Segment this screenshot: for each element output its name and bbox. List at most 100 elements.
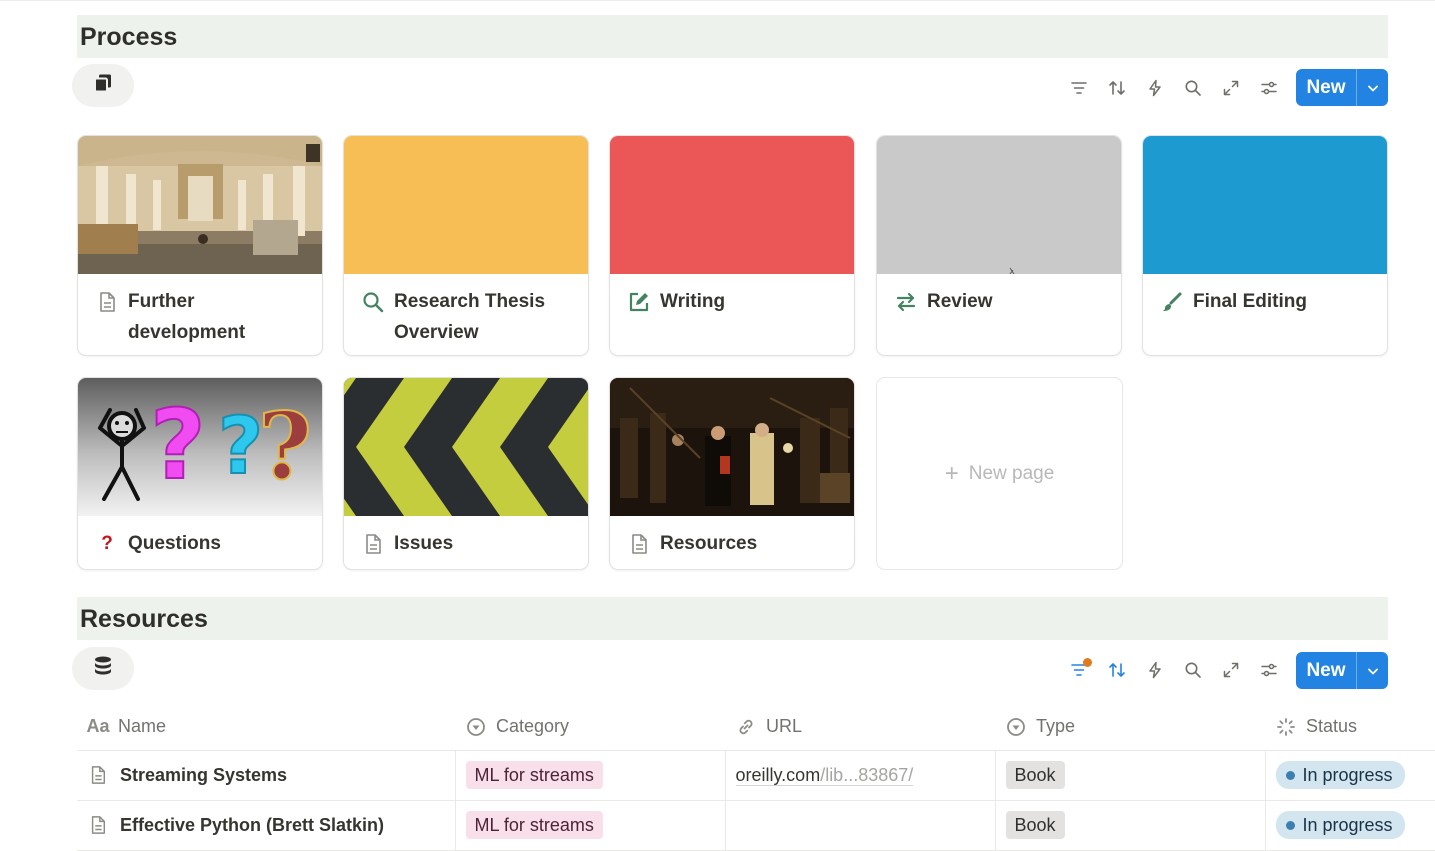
gallery-card[interactable]: Writing	[609, 135, 855, 356]
table-row[interactable]: Streaming Systems ML for streams oreilly…	[77, 750, 1435, 801]
chevron-down-icon	[1367, 668, 1378, 674]
table-view-switch[interactable]	[72, 647, 134, 690]
gallery-card[interactable]: ? ? ? ? Questions	[77, 377, 323, 570]
card-title: Issues	[361, 528, 576, 559]
gallery-card[interactable]: Research Thesis Overview	[343, 135, 589, 356]
filter-button-active[interactable]	[1064, 655, 1094, 685]
view-settings-button[interactable]	[1254, 655, 1284, 685]
filter-active-dot	[1083, 658, 1092, 667]
table-row[interactable]: Effective Python (Brett Slatkin) ML for …	[77, 800, 1435, 851]
gallery-card[interactable]: Final Editing	[1142, 135, 1388, 356]
column-header-name[interactable]: Aa Name	[77, 704, 455, 751]
sort-icon	[1109, 663, 1125, 677]
new-dropdown-button[interactable]	[1356, 652, 1388, 689]
status-dot	[1285, 770, 1295, 780]
gallery-card[interactable]: Review	[876, 135, 1122, 356]
card-title-text: Further development	[128, 291, 246, 343]
search-button[interactable]	[1178, 655, 1208, 685]
link-icon	[735, 716, 757, 738]
automation-button[interactable]	[1140, 73, 1170, 103]
card-title: ? Questions	[95, 528, 310, 559]
name-cell[interactable]: Streaming Systems	[77, 750, 456, 801]
automation-bolt-icon	[1149, 79, 1161, 97]
process-toolbar	[1064, 70, 1292, 106]
edit-icon	[627, 286, 651, 317]
gallery-card[interactable]: Issues	[343, 377, 589, 570]
automation-button[interactable]	[1140, 655, 1170, 685]
url-cell[interactable]: oreilly.com/lib...83867/	[725, 750, 996, 801]
new-page-card[interactable]: + New page	[876, 377, 1123, 570]
text-aa-icon: Aa	[86, 716, 110, 737]
search-icon	[1185, 662, 1201, 678]
resources-section-title: Resources	[80, 605, 208, 633]
table-header-row: Aa Name Category URL Type Status	[77, 704, 1435, 751]
new-button[interactable]: New	[1296, 69, 1388, 106]
card-title: Final Editing	[1160, 286, 1375, 317]
resources-table: Aa Name Category URL Type Status Streamin…	[77, 704, 1435, 851]
status-badge: In progress	[1275, 811, 1405, 839]
column-header-category[interactable]: Category	[455, 704, 725, 751]
column-header-type[interactable]: Type	[995, 704, 1265, 751]
page-icon	[627, 528, 651, 559]
new-dropdown-button[interactable]	[1356, 69, 1388, 106]
page-icon	[87, 815, 109, 835]
plus-icon: +	[944, 460, 959, 487]
column-header-status[interactable]: Status	[1265, 704, 1435, 751]
card-cover-image	[78, 136, 322, 274]
url-domain: oreilly.com	[735, 764, 821, 785]
filter-button[interactable]	[1064, 73, 1094, 103]
category-tag: ML for streams	[465, 811, 603, 839]
status-cell[interactable]: In progress	[1265, 750, 1435, 801]
gallery-view-switch[interactable]	[72, 64, 134, 107]
resources-section-header: Resources	[77, 597, 1388, 640]
name-cell[interactable]: Effective Python (Brett Slatkin)	[77, 800, 456, 851]
card-cover-color	[1143, 136, 1387, 274]
type-cell[interactable]: Book	[995, 800, 1266, 851]
expand-button[interactable]	[1216, 73, 1246, 103]
card-cover-image: ? ? ?	[78, 378, 322, 516]
column-label: Type	[1036, 716, 1076, 737]
gallery-view-icon	[93, 73, 113, 98]
arrows-exchange-icon	[894, 286, 918, 317]
card-title: Review	[894, 286, 1109, 317]
url-link[interactable]: oreilly.com/lib...83867/	[735, 764, 914, 786]
process-section-header: Process	[77, 15, 1388, 58]
type-tag: Book	[1005, 761, 1065, 789]
expand-icon	[1223, 662, 1239, 678]
column-label: Category	[496, 716, 570, 737]
status-text: In progress	[1302, 765, 1393, 785]
settings-sliders-icon	[1261, 81, 1277, 95]
card-title: Writing	[627, 286, 842, 317]
sort-button-active[interactable]	[1102, 655, 1132, 685]
new-button-label[interactable]: New	[1296, 69, 1356, 106]
new-button-label[interactable]: New	[1296, 652, 1356, 689]
category-cell[interactable]: ML for streams	[455, 750, 726, 801]
url-cell[interactable]	[725, 800, 996, 851]
new-page-label: New page	[968, 462, 1055, 484]
page-icon	[361, 528, 385, 559]
type-cell[interactable]: Book	[995, 750, 1266, 801]
select-icon	[465, 716, 487, 738]
card-title-text: Final Editing	[1193, 291, 1307, 312]
gallery-card[interactable]: Resources	[609, 377, 855, 570]
view-settings-button[interactable]	[1254, 73, 1284, 103]
brush-icon	[1160, 286, 1184, 317]
type-tag: Book	[1005, 811, 1065, 839]
card-cover-color	[610, 136, 854, 274]
column-label: Name	[118, 716, 167, 737]
status-cell[interactable]: In progress	[1265, 800, 1435, 851]
top-border	[0, 0, 1435, 1]
column-header-url[interactable]: URL	[725, 704, 995, 751]
card-title: Resources	[627, 528, 842, 559]
gallery-card[interactable]: Further development	[77, 135, 323, 356]
row-name: Effective Python (Brett Slatkin)	[120, 814, 385, 835]
sort-button[interactable]	[1102, 73, 1132, 103]
card-title-text: Research Thesis Overview	[394, 291, 546, 343]
card-title-text: Resources	[660, 533, 758, 554]
svg-text:?: ?	[150, 389, 206, 501]
category-cell[interactable]: ML for streams	[455, 800, 726, 851]
new-button[interactable]: New	[1296, 652, 1388, 689]
search-button[interactable]	[1178, 73, 1208, 103]
expand-button[interactable]	[1216, 655, 1246, 685]
svg-text:?: ?	[258, 392, 312, 500]
